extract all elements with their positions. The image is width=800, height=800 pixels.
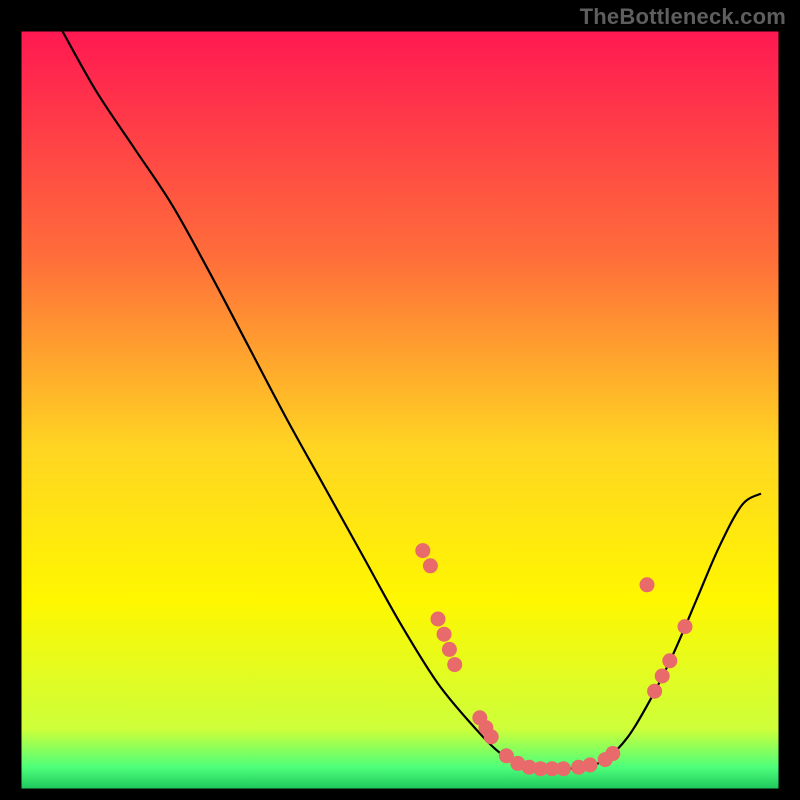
data-marker	[655, 669, 670, 684]
watermark-text: TheBottleneck.com	[580, 4, 786, 30]
data-marker	[431, 612, 446, 627]
data-marker	[662, 653, 677, 668]
data-marker	[484, 729, 499, 744]
data-marker	[640, 577, 655, 592]
chart-container: TheBottleneck.com	[0, 0, 800, 800]
data-marker	[447, 657, 462, 672]
data-marker	[605, 746, 620, 761]
data-marker	[556, 761, 571, 776]
data-marker	[583, 757, 598, 772]
data-marker	[678, 619, 693, 634]
data-marker	[423, 558, 438, 573]
data-marker	[437, 627, 452, 642]
data-marker	[415, 543, 430, 558]
data-marker	[442, 642, 457, 657]
chart-svg	[0, 0, 800, 800]
data-marker	[647, 684, 662, 699]
